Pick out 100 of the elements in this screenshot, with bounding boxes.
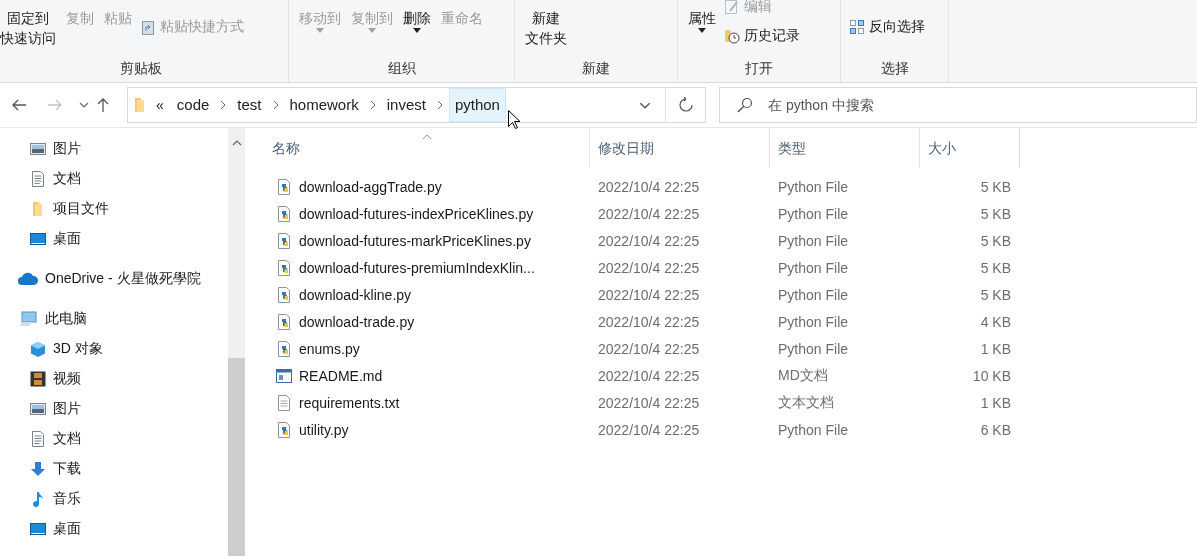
picture-icon: [30, 401, 46, 417]
cloud-icon: [18, 271, 38, 287]
nav-item[interactable]: 视频: [0, 364, 226, 394]
history-icon: [724, 28, 740, 44]
chevron-right-icon[interactable]: [272, 100, 279, 110]
chevron-right-icon[interactable]: [220, 100, 227, 110]
scrollbar-thumb[interactable]: [228, 358, 245, 556]
table-cell-text: Python File: [777, 178, 850, 195]
file-name[interactable]: enums.py: [299, 340, 360, 357]
table-cell-text: 2022/10/4 22:25: [597, 313, 701, 330]
python-file-icon: [276, 232, 292, 249]
breadcrumb[interactable]: code: [171, 88, 215, 122]
ribbon-button[interactable]: 固定到 快速访问: [0, 0, 60, 48]
up-arrow-icon[interactable]: [95, 97, 111, 113]
caret-icon: [316, 28, 324, 33]
ribbon-group-label: 组织: [386, 59, 417, 78]
chevron-down-icon[interactable]: [639, 101, 651, 109]
python-file-icon: [276, 421, 292, 438]
address-bar[interactable]: « code test homework invest python: [127, 87, 706, 123]
table-cell-text: Python File: [777, 340, 850, 357]
table-cell-text: 2022/10/4 22:25: [597, 178, 701, 195]
ribbon-button[interactable]: 反向选择: [847, 15, 927, 39]
python-file-icon: [276, 340, 292, 357]
file-name[interactable]: download-trade.py: [299, 313, 415, 330]
search-field[interactable]: 在 python 中搜索: [719, 87, 1197, 123]
python-file-icon: [276, 259, 292, 276]
table-cell-text: MD文档: [777, 366, 829, 385]
breadcrumb[interactable]: test: [232, 88, 267, 122]
ribbon-button[interactable]: 删除: [399, 0, 435, 33]
file-name[interactable]: download-futures-indexPriceKlines.py: [299, 205, 534, 222]
table-cell-text: 2022/10/4 22:25: [597, 286, 701, 303]
nav-item[interactable]: 音乐: [0, 484, 226, 514]
table-cell-text: 2022/10/4 22:25: [597, 340, 701, 357]
chevron-right-icon[interactable]: [369, 100, 376, 110]
ribbon-button[interactable]: 历史记录: [722, 24, 802, 48]
table-cell-text: 1 KB: [979, 394, 1012, 411]
table-cell-text: 5 KB: [979, 178, 1012, 195]
nav-item[interactable]: 图片: [0, 134, 226, 164]
nav-item[interactable]: 此电脑: [0, 304, 226, 334]
scrollbar[interactable]: [228, 128, 245, 556]
table-cell-text: 1 KB: [979, 340, 1012, 357]
table-cell-text: 2022/10/4 22:25: [597, 394, 701, 411]
chevron-up-icon[interactable]: [232, 140, 242, 146]
film-icon: [30, 371, 46, 387]
python-file-icon: [276, 286, 292, 303]
nav-item[interactable]: 项目文件: [0, 194, 226, 224]
file-name[interactable]: download-futures-premiumIndexKlin...: [299, 259, 535, 276]
overflow-chevrons[interactable]: «: [156, 97, 164, 113]
file-name[interactable]: utility.py: [299, 421, 349, 438]
caret-icon: [368, 28, 376, 33]
desktop-icon: [30, 231, 46, 247]
back-arrow-icon[interactable]: [11, 97, 27, 113]
ribbon-button[interactable]: 新建 文件夹: [521, 0, 571, 48]
nav-item[interactable]: 文档: [0, 164, 226, 194]
nav-item[interactable]: 3D 对象: [0, 334, 226, 364]
table-cell-text: 文本文档: [777, 393, 835, 412]
table-cell-text: 10 KB: [971, 367, 1012, 384]
nav-item[interactable]: 文档: [0, 424, 226, 454]
file-name[interactable]: download-kline.py: [299, 286, 412, 303]
folder-icon: [134, 97, 146, 113]
breadcrumb[interactable]: homework: [284, 88, 364, 122]
column-header[interactable]: 大小: [920, 128, 1020, 168]
table-cell-text: 2022/10/4 22:25: [597, 367, 701, 384]
markdown-file-icon: [276, 367, 292, 384]
nav-item[interactable]: OneDrive - 火星做死學院: [0, 264, 226, 294]
ribbon-group-label: 选择: [879, 59, 910, 78]
file-name[interactable]: download-futures-markPriceKlines.py: [299, 232, 531, 249]
file-name[interactable]: README.md: [299, 367, 383, 384]
chevron-right-icon[interactable]: [436, 100, 443, 110]
file-name[interactable]: requirements.txt: [299, 394, 400, 411]
text-file-icon: [276, 394, 292, 411]
file-name[interactable]: download-aggTrade.py: [299, 178, 442, 195]
table-cell-text: Python File: [777, 205, 850, 222]
nav-item[interactable]: 桌面: [0, 224, 226, 254]
table-cell-text: 4 KB: [979, 313, 1012, 330]
column-header[interactable]: 类型: [770, 128, 920, 168]
table-cell-text: Python File: [777, 313, 850, 330]
desktop-icon: [30, 521, 46, 537]
sort-chevron-icon[interactable]: [422, 134, 432, 140]
table-cell-text: 5 KB: [979, 232, 1012, 249]
breadcrumb[interactable]: invest: [381, 88, 431, 122]
ribbon-button[interactable]: 属性: [684, 0, 720, 33]
table-cell-text: 5 KB: [979, 259, 1012, 276]
down-arrow-icon: [30, 461, 46, 477]
picture-icon: [30, 141, 46, 157]
nav-item[interactable]: 桌面: [0, 514, 226, 544]
refresh-icon: [677, 97, 694, 113]
nav-item[interactable]: 下载: [0, 454, 226, 484]
python-file-icon: [276, 178, 292, 195]
music-note-icon: [30, 491, 46, 507]
table-cell-text: 5 KB: [979, 286, 1012, 303]
chevron-down-icon[interactable]: [79, 102, 89, 108]
breadcrumb[interactable]: python: [448, 88, 506, 122]
clipboard-icon: [140, 19, 156, 35]
ribbon-group-label: 剪贴板: [119, 59, 163, 78]
nav-item[interactable]: 图片: [0, 394, 226, 424]
column-header[interactable]: 修改日期: [590, 128, 770, 168]
search-icon: [737, 97, 753, 113]
table-cell-text: Python File: [777, 259, 850, 276]
table-cell-text: Python File: [777, 286, 850, 303]
